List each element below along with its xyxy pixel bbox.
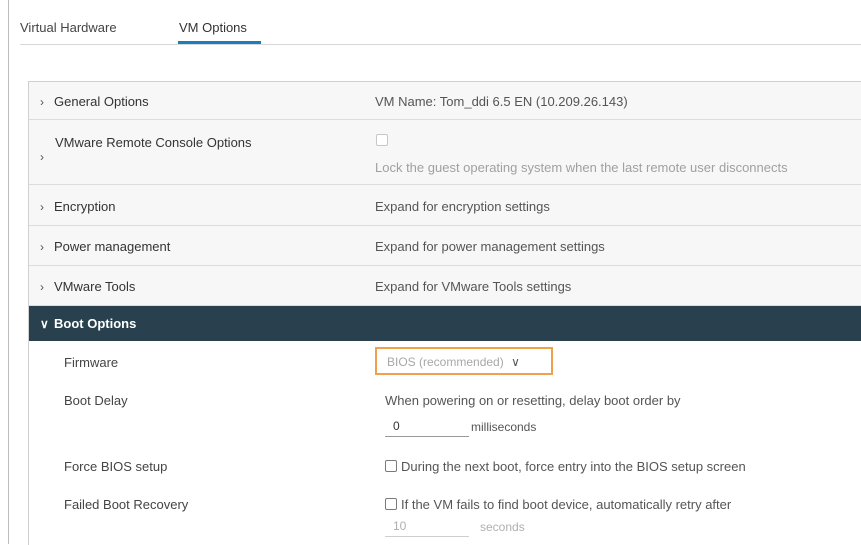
failed-boot-recovery-label: Failed Boot Recovery (64, 497, 189, 512)
power-management-label[interactable]: › Power management (40, 239, 170, 254)
chevron-down-icon: ∨ (511, 355, 520, 369)
boot-options-label[interactable]: ∨ Boot Options (40, 316, 136, 331)
force-bios-checkbox[interactable] (385, 460, 397, 472)
boot-delay-unit: milliseconds (471, 420, 537, 434)
failed-boot-option[interactable]: If the VM fails to find boot device, aut… (385, 497, 731, 512)
tab-virtual-hardware[interactable]: Virtual Hardware (20, 20, 117, 35)
row-vmware-tools[interactable]: › VMware Tools Expand for VMware Tools se… (29, 266, 861, 306)
row-encryption[interactable]: › Encryption Expand for encryption settin… (29, 185, 861, 226)
force-bios-option[interactable]: During the next boot, force entry into t… (385, 459, 746, 474)
lock-guest-os-label: Lock the guest operating system when the… (375, 160, 788, 175)
row-general-options[interactable]: › General Options VM Name: Tom_ddi 6.5 EN… (29, 82, 861, 120)
chevron-down-icon: ∨ (40, 317, 49, 331)
vmware-tools-hint: Expand for VMware Tools settings (375, 279, 572, 294)
failed-boot-checkbox[interactable] (385, 498, 397, 510)
chevron-right-icon: › (40, 280, 44, 294)
encryption-hint: Expand for encryption settings (375, 199, 550, 214)
chevron-right-icon: › (40, 95, 44, 109)
encryption-label[interactable]: › Encryption (40, 199, 115, 214)
vmrc-options-label[interactable]: VMware Remote Console Options (55, 135, 252, 150)
lock-guest-os-checkbox[interactable] (376, 134, 388, 146)
boot-delay-description: When powering on or resetting, delay boo… (385, 393, 681, 408)
vmware-tools-label[interactable]: › VMware Tools (40, 279, 135, 294)
tab-bar: Virtual Hardware VM Options (20, 10, 861, 45)
row-power-management[interactable]: › Power management Expand for power manag… (29, 226, 861, 266)
chevron-right-icon: › (40, 240, 44, 254)
row-vmrc-options[interactable]: › VMware Remote Console Options Lock the… (29, 120, 861, 185)
force-bios-label: Force BIOS setup (64, 459, 168, 474)
active-tab-indicator (178, 41, 261, 44)
chevron-right-icon: › (40, 150, 44, 164)
tab-vm-options[interactable]: VM Options (179, 20, 247, 35)
options-table: › General Options VM Name: Tom_ddi 6.5 EN… (28, 81, 861, 545)
chevron-right-icon: › (40, 200, 44, 214)
power-management-hint: Expand for power management settings (375, 239, 605, 254)
vm-name-value: VM Name: Tom_ddi 6.5 EN (10.209.26.143) (375, 94, 628, 109)
firmware-label: Firmware (64, 355, 119, 370)
general-options-label[interactable]: › General Options (40, 94, 149, 109)
firmware-selected-value: BIOS (recommended) ∨ (387, 355, 520, 369)
row-boot-options[interactable]: ∨ Boot Options (29, 306, 861, 341)
retry-delay-unit: seconds (480, 520, 525, 534)
boot-delay-input[interactable]: 0 (385, 419, 469, 437)
firmware-select[interactable]: BIOS (recommended) ∨ (375, 347, 553, 375)
boot-delay-label: Boot Delay (64, 393, 128, 408)
retry-delay-input[interactable]: 10 (385, 519, 469, 537)
